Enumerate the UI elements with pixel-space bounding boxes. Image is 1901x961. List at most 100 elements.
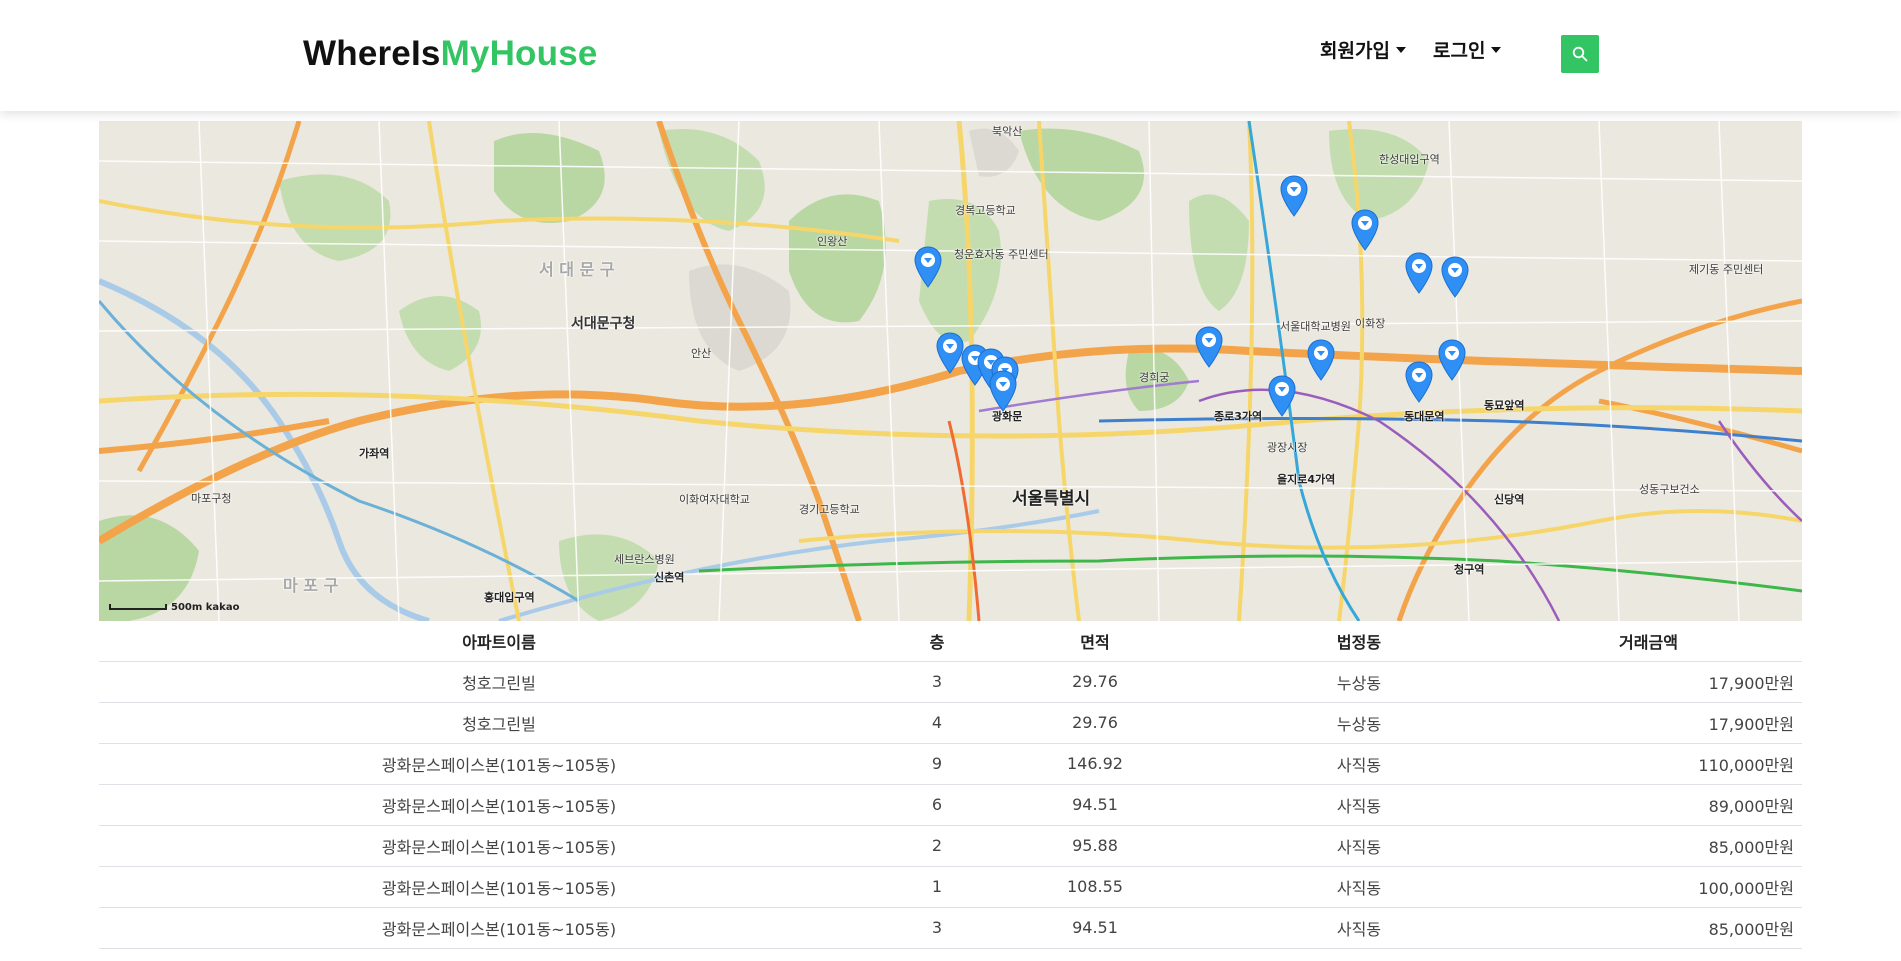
cell-dong: 사직동 [1215, 743, 1503, 785]
table-row[interactable]: 광화문스페이스본(101동~105동) 6 94.51 사직동 89,000만원 [99, 784, 1802, 826]
map-marker[interactable] [913, 246, 943, 288]
map-label: 한성대입구역 [1379, 153, 1440, 166]
map-pin-icon [1351, 209, 1379, 251]
logo-text-primary: WhereIs [303, 34, 441, 73]
nav-login-label: 로그인 [1433, 40, 1486, 62]
map-label: 신촌역 [654, 571, 685, 584]
site-header: WhereIsMyHouse 회원가입 로그인 [0, 0, 1901, 111]
cell-area: 94.51 [975, 784, 1215, 826]
caret-down-icon [1395, 46, 1406, 53]
map-label: 북악산 [992, 125, 1023, 138]
map-pin-icon [1268, 375, 1296, 417]
map-marker[interactable] [1437, 339, 1467, 381]
cell-price: 85,000만원 [1503, 825, 1802, 867]
col-header-apt-name: 아파트이름 [99, 621, 899, 662]
map-label: 신당역 [1494, 493, 1525, 506]
table-header-row: 아파트이름 층 면적 법정동 거래금액 [99, 621, 1802, 662]
table-row[interactable]: 청호그린빌 3 29.76 누상동 17,900만원 [99, 661, 1802, 703]
table-row[interactable]: 청호그린빌 4 29.76 누상동 17,900만원 [99, 702, 1802, 744]
cell-price: 85,000만원 [1503, 907, 1802, 949]
cell-apt-name: 광화문스페이스본(101동~105동) [99, 907, 899, 949]
cell-apt-name: 광화문스페이스본(101동~105동) [99, 866, 899, 908]
cell-dong: 사직동 [1215, 825, 1503, 867]
cell-price: 100,000만원 [1503, 866, 1802, 908]
search-icon [1572, 46, 1588, 62]
map-marker[interactable] [1267, 375, 1297, 417]
map-pin-icon [1195, 326, 1223, 368]
table-row[interactable]: 광화문스페이스본(101동~105동) 3 94.51 사직동 85,000만원 [99, 907, 1802, 949]
map-label: 서 대 문 구 [539, 260, 615, 279]
cell-area: 95.88 [975, 825, 1215, 867]
map-label: 세브란스병원 [614, 553, 675, 566]
map-marker[interactable] [988, 370, 1018, 412]
cell-floor: 1 [899, 866, 975, 908]
map-label: 안산 [691, 347, 712, 360]
map-label: 을지로4가역 [1277, 473, 1336, 486]
cell-price: 17,900만원 [1503, 702, 1802, 744]
map-label: 서울특별시 [1012, 489, 1091, 509]
map-label: 경희궁 [1139, 371, 1170, 384]
table-row[interactable]: 광화문스페이스본(101동~105동) 1 108.55 사직동 100,000만원 [99, 866, 1802, 908]
cell-floor: 3 [899, 661, 975, 703]
site-logo[interactable]: WhereIsMyHouse [303, 34, 598, 74]
map-marker[interactable] [1404, 361, 1434, 403]
nav-signup-dropdown[interactable]: 회원가입 [1320, 36, 1406, 63]
map-label: 광장시장 [1267, 441, 1308, 454]
map-label: 홍대입구역 [484, 591, 535, 604]
map-marker[interactable] [1279, 175, 1309, 217]
cell-floor: 9 [899, 743, 975, 785]
map-label: 종로3가역 [1214, 410, 1263, 423]
map-pin-icon [1405, 361, 1433, 403]
cell-price: 89,000만원 [1503, 784, 1802, 826]
deal-table-container: 아파트이름 층 면적 법정동 거래금액 청호그린빌 3 29.76 누상동 17,900… [99, 621, 1802, 949]
map-label: 이화장 [1355, 317, 1386, 330]
cell-apt-name: 광화문스페이스본(101동~105동) [99, 743, 899, 785]
map-marker[interactable] [1194, 326, 1224, 368]
cell-apt-name: 청호그린빌 [99, 661, 899, 703]
map-label: 가좌역 [359, 447, 390, 460]
map-scale: 500m kakao [109, 602, 239, 613]
map-pin-icon [1280, 175, 1308, 217]
map-label: 동묘앞역 [1484, 399, 1525, 412]
map-label: 마 포 구 [283, 576, 339, 595]
map-brand: kakao [205, 602, 240, 613]
table-row[interactable]: 광화문스페이스본(101동~105동) 2 95.88 사직동 85,000만원 [99, 825, 1802, 867]
map-label: 마포구청 [191, 492, 232, 505]
logo-text-accent: MyHouse [440, 34, 598, 73]
map-label: 동대문역 [1404, 410, 1445, 423]
map-label: 경복고등학교 [955, 204, 1016, 217]
cell-apt-name: 청호그린빌 [99, 702, 899, 744]
map-label: 이화여자대학교 [679, 493, 750, 506]
map-pin-icon [914, 246, 942, 288]
cell-dong: 사직동 [1215, 784, 1503, 826]
map-label: 청운효자동 주민센터 [954, 248, 1049, 261]
map-pin-icon [1438, 339, 1466, 381]
nav-login-dropdown[interactable]: 로그인 [1433, 36, 1502, 63]
map-marker[interactable] [1306, 339, 1336, 381]
map-pin-icon [1405, 252, 1433, 294]
map-label: 제기동 주민센터 [1689, 263, 1764, 276]
table-row[interactable]: 광화문스페이스본(101동~105동) 9 146.92 사직동 110,000만원 [99, 743, 1802, 785]
map-marker[interactable] [1440, 256, 1470, 298]
map-pin-icon [1307, 339, 1335, 381]
caret-down-icon [1491, 46, 1502, 53]
cell-apt-name: 광화문스페이스본(101동~105동) [99, 825, 899, 867]
map-label: 인왕산 [817, 235, 848, 248]
scale-label: 500m [171, 602, 203, 613]
col-header-dong: 법정동 [1215, 621, 1503, 662]
map-label: 청구역 [1454, 563, 1485, 576]
col-header-floor: 층 [899, 621, 975, 662]
cell-price: 110,000만원 [1503, 743, 1802, 785]
nav-signup-label: 회원가입 [1320, 40, 1390, 62]
cell-apt-name: 광화문스페이스본(101동~105동) [99, 784, 899, 826]
map-marker[interactable] [1404, 252, 1434, 294]
map-label: 성동구보건소 [1639, 483, 1700, 496]
map-view[interactable]: 서 대 문 구 마 포 구 서대문구청 서울특별시 서울대학교병원 이화장 청운… [99, 121, 1802, 621]
cell-price: 17,900만원 [1503, 661, 1802, 703]
cell-area: 29.76 [975, 661, 1215, 703]
cell-floor: 3 [899, 907, 975, 949]
search-button[interactable] [1561, 35, 1599, 73]
deal-table: 아파트이름 층 면적 법정동 거래금액 청호그린빌 3 29.76 누상동 17,900… [99, 621, 1802, 949]
cell-area: 29.76 [975, 702, 1215, 744]
map-marker[interactable] [1350, 209, 1380, 251]
